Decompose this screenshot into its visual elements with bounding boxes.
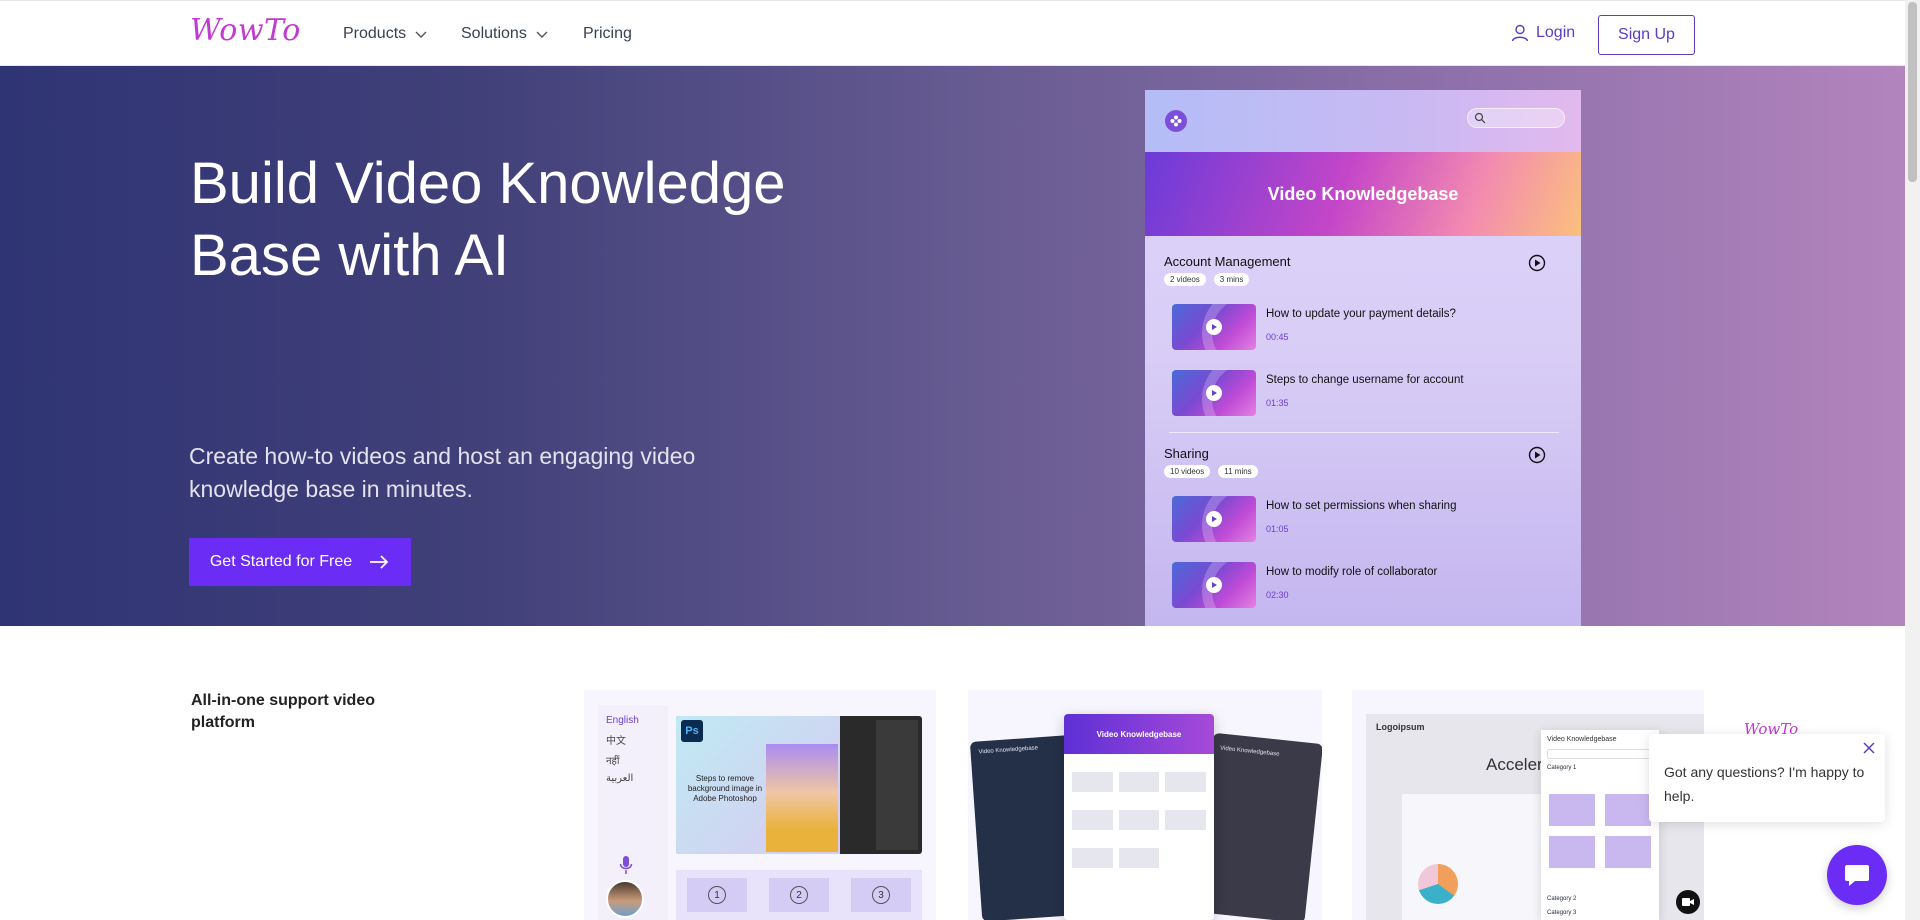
category-account-management[interactable]: Account Management 2 videos 3 mins (1164, 254, 1564, 286)
chat-greeting-popup: Got any questions? I'm happy to help. (1649, 734, 1885, 822)
video-count-chip: 2 videos (1164, 273, 1206, 286)
video-thumbnail (1172, 304, 1256, 350)
kb-category-label: Category 2 (1547, 896, 1577, 902)
light-theme-preview: Video Knowledgebase (1064, 714, 1214, 920)
photoshop-toolbar (876, 720, 918, 850)
video-thumbnail (1172, 496, 1256, 542)
chat-launcher-button[interactable] (1827, 845, 1887, 905)
photoshop-preview: Ps Steps to remove background image in A… (676, 716, 922, 854)
preview-banner: Video Knowledgebase (1145, 152, 1581, 236)
play-icon (1206, 511, 1222, 527)
chat-message: Got any questions? I'm happy to help. (1664, 764, 1865, 804)
login-link[interactable]: Login (1510, 23, 1575, 43)
play-icon (1206, 385, 1222, 401)
nav-solutions-label: Solutions (461, 25, 527, 42)
category-divider (1169, 432, 1559, 433)
category-title: Sharing (1164, 446, 1209, 461)
video-title: How to update your payment details? (1266, 308, 1456, 320)
play-icon (1206, 319, 1222, 335)
video-title: How to set permissions when sharing (1266, 500, 1457, 512)
top-navbar: WowTo Products Solutions Pricing Login S… (0, 0, 1905, 66)
step-number: 1 (708, 886, 726, 904)
video-count-chip: 10 videos (1164, 465, 1211, 478)
light-theme-header: Video Knowledgebase (1064, 714, 1214, 754)
pie-graphic (1418, 864, 1458, 904)
language-option[interactable]: नहीं (606, 753, 668, 767)
embedded-kb-popup: Video Knowledgebase Category 1 Category … (1541, 730, 1659, 920)
duration-chip: 11 mins (1218, 465, 1258, 478)
hero-title: Build Video Knowledge Base with AI (190, 151, 786, 288)
preview-topbar (1145, 90, 1581, 152)
login-label: Login (1536, 24, 1576, 41)
video-thumbnail (1172, 562, 1256, 608)
embedded-kb-title: Video Knowledgebase (1547, 736, 1617, 743)
feature-card-multilingual[interactable]: English 中文 नहीं العربية Ps Steps to remo… (584, 690, 936, 920)
video-row[interactable]: How to set permissions when sharing 01:0… (1172, 496, 1552, 544)
video-duration: 02:30 (1266, 590, 1289, 600)
nav-products-label: Products (343, 25, 407, 42)
category-title: Account Management (1164, 254, 1291, 269)
video-row[interactable]: Steps to change username for account 01:… (1172, 370, 1552, 418)
chat-bubble-icon (1845, 865, 1869, 886)
site-logo: Logoipsum (1376, 722, 1425, 732)
kb-category-label: Category 1 (1547, 765, 1577, 771)
nav-pricing[interactable]: Pricing (583, 25, 632, 43)
video-thumbnail (1172, 370, 1256, 416)
wowto-logo[interactable]: WowTo (190, 13, 301, 48)
language-option[interactable]: العربية (606, 773, 668, 784)
chevron-down-icon (536, 31, 548, 38)
step-number: 3 (872, 886, 890, 904)
dark-theme-title: Video Knowledgebase (1219, 745, 1280, 758)
knowledgebase-preview: Video Knowledgebase Account Management 2… (1145, 90, 1581, 626)
video-row[interactable]: How to update your payment details? 00:4… (1172, 304, 1552, 352)
play-circle-icon[interactable] (1528, 254, 1546, 272)
nav-solutions[interactable]: Solutions (461, 25, 549, 43)
user-icon (1511, 24, 1529, 42)
video-title: Steps to change username for account (1266, 374, 1464, 386)
photoshop-icon: Ps (681, 720, 703, 742)
get-started-button[interactable]: Get Started for Free (189, 538, 411, 586)
hero-subtitle: Create how-to videos and host an engagin… (189, 443, 696, 502)
avatar (606, 880, 644, 918)
feature-card-themes[interactable]: Video Knowledgebase Video Knowledgebase … (968, 690, 1322, 920)
search-icon (1474, 112, 1486, 124)
video-row[interactable]: How to modify role of collaborator 02:30 (1172, 562, 1552, 610)
video-duration: 01:35 (1266, 398, 1289, 408)
duration-chip: 3 mins (1213, 273, 1250, 286)
platform-tagline: All-in-one support video platform (191, 692, 375, 731)
preview-logo-icon (1165, 110, 1187, 132)
category-sharing[interactable]: Sharing 10 videos 11 mins (1164, 446, 1564, 478)
nav-products[interactable]: Products (343, 25, 428, 43)
signup-button[interactable]: Sign Up (1598, 15, 1695, 55)
close-icon[interactable] (1861, 740, 1877, 756)
video-duration: 00:45 (1266, 332, 1289, 342)
microphone-icon (619, 856, 633, 874)
play-icon (1206, 577, 1222, 593)
chevron-down-icon (415, 31, 427, 38)
language-option[interactable]: 中文 (606, 732, 668, 747)
nav-pricing-label: Pricing (583, 25, 632, 42)
language-option[interactable]: English (606, 715, 668, 726)
woman-photo (766, 744, 838, 852)
hero-section: Build Video Knowledge Base with AI Creat… (0, 66, 1905, 626)
kb-category-label: Category 3 (1547, 910, 1577, 916)
play-circle-icon[interactable] (1528, 446, 1546, 464)
get-started-label: Get Started for Free (209, 553, 353, 570)
arrow-right-icon (370, 555, 389, 569)
tutorial-caption: Steps to remove background image in Adob… (687, 774, 763, 803)
step-indicator: 1 2 3 (676, 870, 922, 920)
video-title: How to modify role of collaborator (1266, 566, 1438, 578)
step-number: 2 (790, 886, 808, 904)
video-duration: 01:05 (1266, 524, 1289, 534)
preview-search-input[interactable] (1467, 108, 1565, 128)
video-camera-icon (1676, 890, 1700, 914)
scrollbar-thumb[interactable] (1908, 2, 1917, 182)
